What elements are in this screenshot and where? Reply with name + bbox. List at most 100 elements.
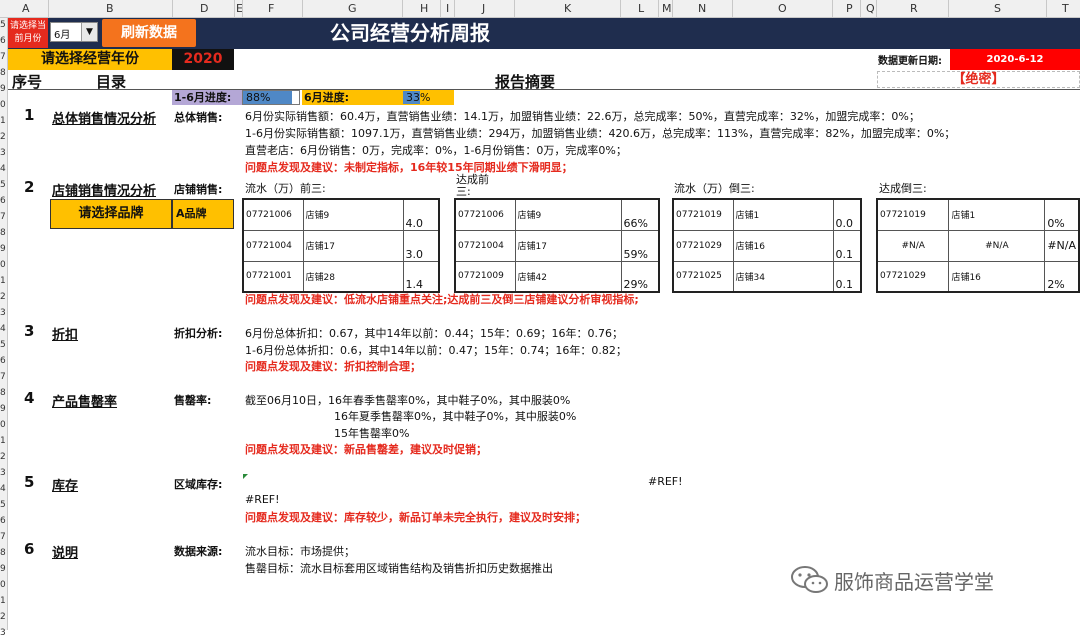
- row-header[interactable]: 0: [0, 260, 6, 270]
- select-month-label: 请选择当前月份: [8, 18, 48, 48]
- top3-sales-table: 07721006 店铺9 4.0 07721004 店铺17 3.0 07721001 店…: [242, 198, 440, 293]
- row-header[interactable]: 0: [0, 580, 6, 590]
- refresh-data-button[interactable]: 刷新数据: [102, 19, 196, 47]
- column-header[interactable]: A: [22, 2, 30, 15]
- row-header[interactable]: 9: [0, 244, 6, 254]
- column-header[interactable]: J: [482, 2, 485, 15]
- section-title-sellthrough[interactable]: 产品售罄率: [52, 391, 117, 410]
- section-title-inventory[interactable]: 库存: [52, 475, 78, 494]
- section-title-sales[interactable]: 总体销售情况分析: [52, 108, 156, 127]
- brand-value[interactable]: A品牌: [172, 199, 234, 229]
- row-header[interactable]: 4: [0, 164, 6, 174]
- column-header[interactable]: H: [420, 2, 428, 15]
- store-code: 07721029: [876, 260, 950, 293]
- row-header[interactable]: 6: [0, 36, 6, 46]
- row-header[interactable]: 2: [0, 612, 6, 622]
- row-header[interactable]: 3: [0, 308, 6, 318]
- row-header[interactable]: 8: [0, 388, 6, 398]
- row-header[interactable]: 4: [0, 484, 6, 494]
- column-header[interactable]: B: [106, 2, 114, 15]
- row-header[interactable]: 8: [0, 548, 6, 558]
- column-header-bar: A B D E F G H I J K L M N O P Q R S T: [0, 0, 1080, 18]
- table-row: 07721004 店铺17 3.0: [242, 229, 440, 262]
- column-header[interactable]: S: [994, 2, 1001, 15]
- column-header[interactable]: K: [564, 2, 571, 15]
- store-name: #N/A: [948, 229, 1046, 262]
- column-header[interactable]: I: [446, 2, 449, 15]
- row-header[interactable]: 2: [0, 452, 6, 462]
- section-number: 1: [24, 106, 35, 124]
- year-value[interactable]: 2020: [172, 49, 234, 70]
- column-header[interactable]: G: [348, 2, 357, 15]
- month-value: 6月: [54, 30, 71, 41]
- month-progress-value: 33%: [406, 91, 431, 104]
- row-header[interactable]: 1: [0, 596, 6, 606]
- store-value: 66%: [620, 198, 660, 231]
- store-value: 0%: [1044, 198, 1080, 231]
- cell-comment-marker: [243, 474, 248, 479]
- row-header[interactable]: 6: [0, 516, 6, 526]
- ytd-progress-label: 1-6月进度:: [172, 90, 242, 105]
- store-value: 0.1: [832, 229, 862, 262]
- column-header[interactable]: D: [200, 2, 208, 15]
- section-title-stores[interactable]: 店铺销售情况分析: [52, 180, 156, 199]
- row-header[interactable]: 7: [0, 212, 6, 222]
- store-name: 店铺9: [302, 198, 404, 231]
- row-header[interactable]: 4: [0, 324, 6, 334]
- row-header[interactable]: 3: [0, 148, 6, 158]
- issue-line: 问题点发现及建议：折扣控制合理；: [245, 360, 421, 373]
- column-header[interactable]: Q: [866, 2, 875, 15]
- row-header[interactable]: 2: [0, 292, 6, 302]
- row-header[interactable]: 0: [0, 420, 6, 430]
- row-header[interactable]: 7: [0, 52, 6, 62]
- issue-line: 问题点发现及建议：新品售罄差，建议及时促销；: [245, 443, 487, 456]
- row-header[interactable]: 2: [0, 132, 6, 142]
- row-header[interactable]: 6: [0, 196, 6, 206]
- column-header[interactable]: N: [698, 2, 706, 15]
- store-code: 07721004: [242, 229, 304, 262]
- row-header[interactable]: 8: [0, 68, 6, 78]
- store-name: 店铺42: [514, 260, 622, 293]
- row-header[interactable]: 9: [0, 564, 6, 574]
- row-header[interactable]: 5: [0, 500, 6, 510]
- column-header[interactable]: O: [778, 2, 787, 15]
- row-header[interactable]: 1: [0, 116, 6, 126]
- store-value: 0.1: [832, 260, 862, 293]
- section-title-notes[interactable]: 说明: [52, 542, 78, 561]
- table-heading: 流水（万）前三:: [245, 182, 326, 195]
- row-header[interactable]: 1: [0, 436, 6, 446]
- store-code: 07721006: [242, 198, 304, 231]
- summary-line: 6月份实际销售额：60.4万，直营销售业绩：14.1万，加盟销售业绩：22.6万…: [245, 110, 920, 123]
- month-dropdown[interactable]: 6月 ▼: [50, 22, 98, 42]
- column-header[interactable]: F: [268, 2, 274, 15]
- chevron-down-icon[interactable]: ▼: [81, 23, 97, 41]
- row-header[interactable]: 0: [0, 100, 6, 110]
- column-header[interactable]: P: [846, 2, 853, 15]
- row-header[interactable]: 9: [0, 404, 6, 414]
- row-header[interactable]: 7: [0, 532, 6, 542]
- summary-line: 1-6月份实际销售额：1097.1万，直营销售业绩：294万，加盟销售业绩：42…: [245, 127, 956, 140]
- summary-line: 直营老店：6月份销售：0万，完成率：0%，1-6月份销售：0万，完成率0%；: [245, 144, 627, 157]
- row-header[interactable]: 6: [0, 356, 6, 366]
- table-row: 07721006 店铺9 4.0: [242, 198, 440, 231]
- row-header[interactable]: 5: [0, 20, 6, 30]
- row-header[interactable]: 5: [0, 180, 6, 190]
- sub-label: 折扣分析:: [174, 327, 223, 340]
- column-header[interactable]: R: [910, 2, 918, 15]
- table-row: 07721004 店铺17 59%: [454, 229, 660, 262]
- row-header[interactable]: 7: [0, 372, 6, 382]
- section-title-discount[interactable]: 折扣: [52, 324, 78, 343]
- summary-line: 6月份总体折扣：0.67，其中14年以前：0.44；15年：0.69；16年：0…: [245, 327, 623, 340]
- summary-line: 流水目标：市场提供；: [245, 545, 355, 558]
- column-header[interactable]: L: [638, 2, 644, 15]
- row-header[interactable]: 3: [0, 468, 6, 478]
- store-code: 07721006: [454, 198, 516, 231]
- watermark-text: 服饰商品运营学堂: [834, 570, 994, 594]
- column-header[interactable]: T: [1062, 2, 1069, 15]
- row-header[interactable]: 5: [0, 340, 6, 350]
- row-header[interactable]: 9: [0, 84, 6, 94]
- row-header[interactable]: 1: [0, 276, 6, 286]
- column-header[interactable]: M: [662, 2, 672, 15]
- store-code: 07721019: [672, 198, 734, 231]
- row-header[interactable]: 8: [0, 228, 6, 238]
